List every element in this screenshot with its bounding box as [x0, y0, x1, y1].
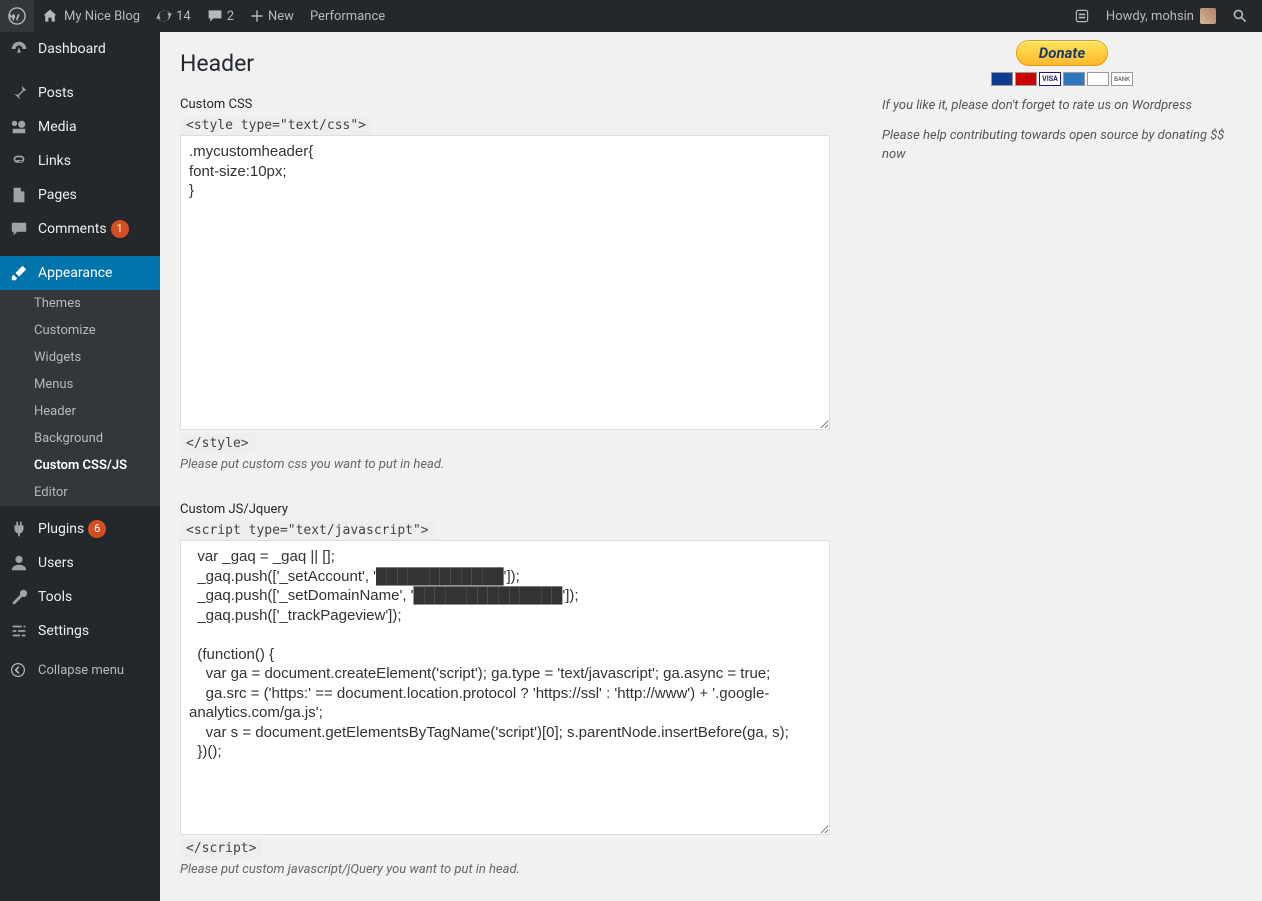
plugin-icon — [10, 520, 30, 538]
menu-label: Pages — [38, 187, 77, 203]
menu-label: Plugins — [38, 521, 84, 537]
updates-count: 14 — [176, 9, 191, 24]
user-icon — [10, 554, 30, 572]
payment-cards: VISA BANK — [882, 72, 1242, 86]
submenu-custom-css-js[interactable]: Custom CSS/JS — [0, 452, 160, 479]
js-open-tag: <script type="text/javascript"> — [180, 521, 435, 540]
new-content-link[interactable]: New — [242, 0, 302, 32]
submenu-customize[interactable]: Customize — [0, 317, 160, 344]
page-icon — [10, 186, 30, 204]
notifications[interactable] — [1066, 0, 1098, 32]
brush-icon — [10, 264, 30, 282]
home-icon — [42, 8, 58, 24]
donate-note: Please help contributing towards open so… — [882, 126, 1242, 165]
my-account[interactable]: Howdy, mohsin — [1098, 0, 1224, 32]
menu-users[interactable]: Users — [0, 546, 160, 580]
updates-link[interactable]: 14 — [148, 0, 199, 32]
admin-bar: My Nice Blog 14 2 New Performance Howdy,… — [0, 0, 1262, 32]
menu-label: Dashboard — [38, 41, 106, 57]
menu-settings[interactable]: Settings — [0, 614, 160, 648]
search-icon — [1232, 8, 1248, 24]
performance-label: Performance — [310, 9, 385, 24]
search-toggle[interactable] — [1224, 0, 1256, 32]
submenu-menus[interactable]: Menus — [0, 371, 160, 398]
js-close-tag: </script> — [180, 839, 262, 858]
card-maestro — [991, 72, 1013, 86]
donate-button[interactable]: Donate — [1016, 40, 1108, 66]
submenu-background[interactable]: Background — [0, 425, 160, 452]
new-label: New — [268, 9, 294, 24]
menu-label: Users — [38, 555, 74, 571]
avatar — [1200, 8, 1216, 24]
menu-appearance[interactable]: Appearance — [0, 256, 160, 290]
wrench-icon — [10, 588, 30, 606]
menu-label: Tools — [38, 589, 72, 605]
submenu-widgets[interactable]: Widgets — [0, 344, 160, 371]
menu-label: Media — [38, 119, 77, 135]
comments-link[interactable]: 2 — [199, 0, 242, 32]
plugins-badge: 6 — [88, 520, 106, 538]
submenu-header[interactable]: Header — [0, 398, 160, 425]
submenu-themes[interactable]: Themes — [0, 290, 160, 317]
menu-plugins[interactable]: Plugins 6 — [0, 512, 160, 546]
menu-comments[interactable]: Comments 1 — [0, 212, 160, 246]
bell-icon — [1074, 8, 1090, 24]
rate-note: If you like it, please don't forget to r… — [882, 96, 1242, 116]
comments-badge: 1 — [111, 220, 129, 238]
submenu-editor[interactable]: Editor — [0, 479, 160, 506]
js-hint: Please put custom javascript/jQuery you … — [180, 862, 862, 877]
card-amex — [1063, 72, 1085, 86]
media-icon — [10, 118, 30, 136]
link-icon — [10, 152, 30, 170]
appearance-submenu: Themes Customize Widgets Menus Header Ba… — [0, 290, 160, 506]
wordpress-icon — [8, 7, 26, 25]
site-name-link[interactable]: My Nice Blog — [34, 0, 148, 32]
card-mastercard — [1015, 72, 1037, 86]
collapse-icon — [10, 662, 30, 678]
wp-logo[interactable] — [0, 0, 34, 32]
css-open-tag: <style type="text/css"> — [180, 116, 372, 135]
card-bank: BANK — [1111, 72, 1133, 86]
custom-css-label: Custom CSS — [180, 97, 862, 112]
menu-pages[interactable]: Pages — [0, 178, 160, 212]
card-visa: VISA — [1039, 72, 1061, 86]
donate-box: Donate VISA BANK — [882, 40, 1242, 86]
comment-icon — [10, 220, 30, 238]
custom-css-textarea[interactable] — [180, 135, 830, 430]
comment-icon — [207, 8, 223, 24]
content-wrap: Header Custom CSS <style type="text/css"… — [160, 0, 1262, 897]
dashboard-icon — [10, 40, 30, 58]
custom-js-label: Custom JS/Jquery — [180, 502, 862, 517]
menu-label: Comments — [38, 221, 107, 237]
update-icon — [156, 8, 172, 24]
performance-link[interactable]: Performance — [302, 0, 393, 32]
menu-posts[interactable]: Posts — [0, 76, 160, 110]
admin-menu: Dashboard Posts Media Links Pages Commen… — [0, 32, 160, 901]
menu-label: Links — [38, 153, 71, 169]
plus-icon — [250, 9, 264, 23]
collapse-menu[interactable]: Collapse menu — [0, 654, 160, 686]
menu-tools[interactable]: Tools — [0, 580, 160, 614]
page-title: Header — [180, 50, 862, 77]
css-close-tag: </style> — [180, 434, 255, 453]
sliders-icon — [10, 622, 30, 640]
custom-js-textarea[interactable] — [180, 540, 830, 835]
howdy-label: Howdy, mohsin — [1106, 9, 1194, 24]
css-hint: Please put custom css you want to put in… — [180, 457, 862, 472]
menu-label: Settings — [38, 623, 89, 639]
site-name-label: My Nice Blog — [64, 9, 140, 24]
menu-dashboard[interactable]: Dashboard — [0, 32, 160, 66]
menu-media[interactable]: Media — [0, 110, 160, 144]
card-discover — [1087, 72, 1109, 86]
menu-links[interactable]: Links — [0, 144, 160, 178]
menu-label: Posts — [38, 85, 74, 101]
collapse-label: Collapse menu — [38, 663, 124, 678]
pin-icon — [10, 84, 30, 102]
comments-count: 2 — [227, 9, 234, 24]
menu-label: Appearance — [38, 265, 112, 281]
